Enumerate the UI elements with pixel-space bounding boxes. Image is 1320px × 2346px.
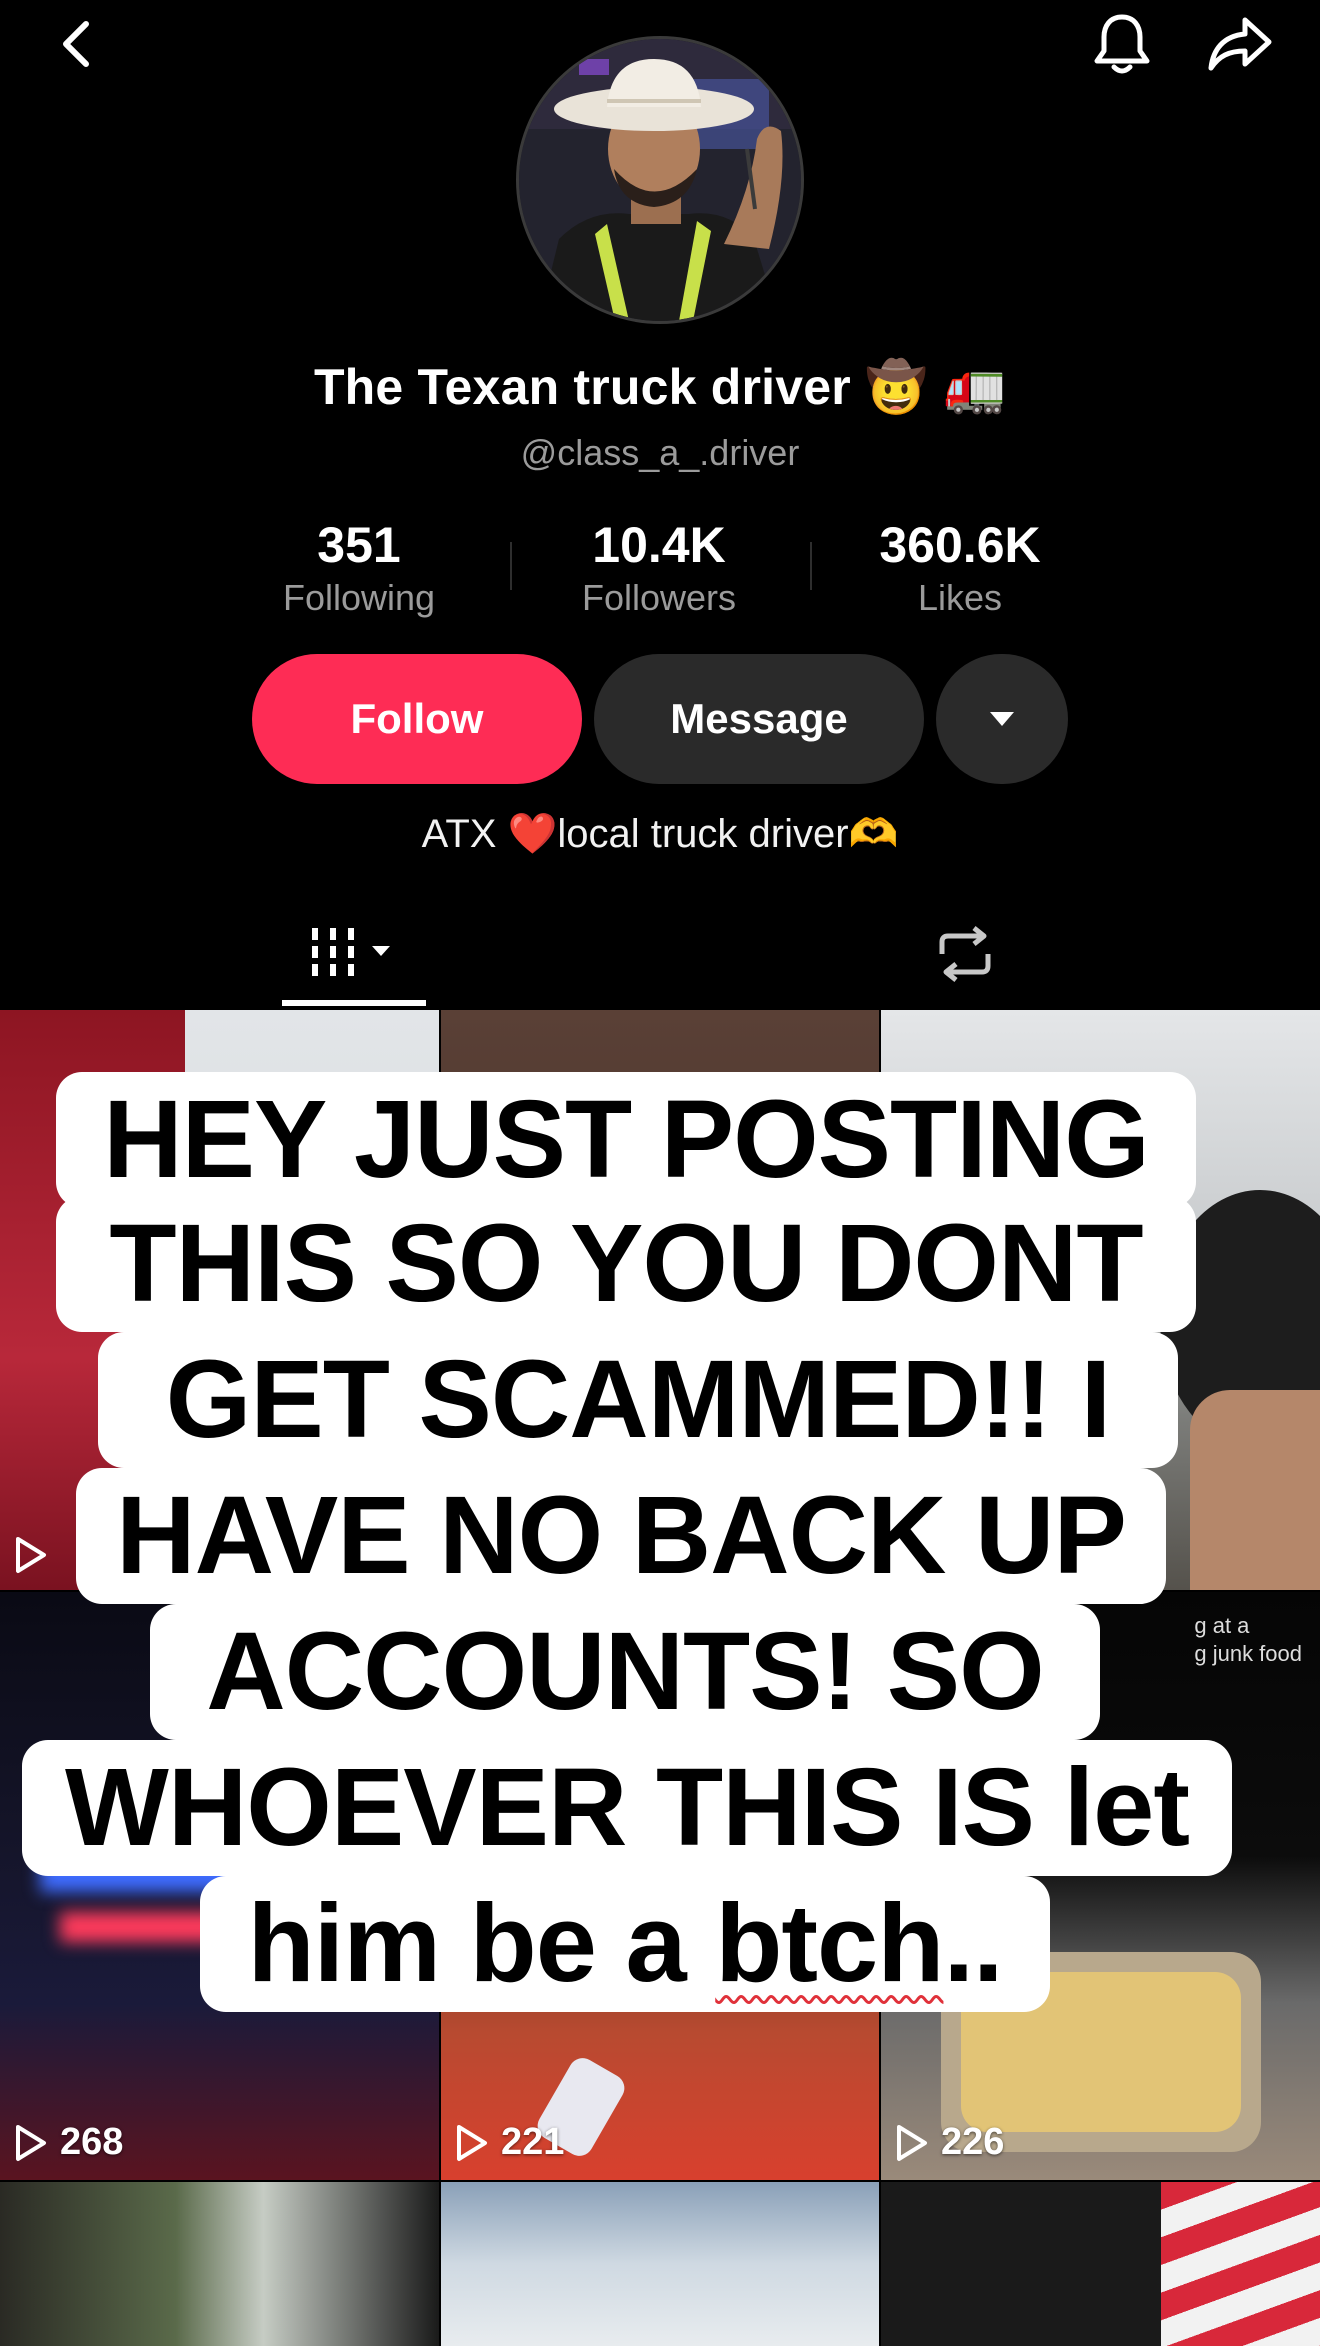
play-outline-icon — [897, 2124, 927, 2161]
tab-reposts[interactable] — [920, 900, 1010, 1008]
message-button[interactable]: Message — [594, 654, 924, 784]
video-tile[interactable] — [881, 2182, 1320, 2346]
more-options-button[interactable] — [936, 654, 1068, 784]
active-tab-indicator — [282, 1000, 426, 1006]
play-outline-icon — [16, 1537, 46, 1573]
video-grid: 268 221 g at a g junk food 226 — [0, 1010, 1320, 2346]
back-button[interactable] — [40, 8, 112, 80]
likes-label: Likes — [917, 577, 1003, 618]
video-tile[interactable]: g at a g junk food 226 — [881, 1592, 1320, 2180]
view-count-text: 226 — [941, 2121, 1005, 2163]
followers-label: Followers — [581, 577, 737, 618]
view-count: 226 — [895, 2121, 1004, 2164]
video-tile[interactable] — [881, 1010, 1320, 1590]
followers-count: 10.4K — [592, 517, 726, 573]
video-tile[interactable] — [0, 2182, 439, 2346]
video-tile[interactable] — [441, 1010, 879, 1590]
view-count: 268 — [14, 2121, 123, 2164]
avatar[interactable] — [516, 36, 804, 324]
following-label: Following — [282, 577, 436, 618]
bell-icon — [1094, 14, 1150, 74]
likes-count: 360.6K — [879, 517, 1041, 573]
following-count: 351 — [317, 517, 401, 573]
repost-icon — [939, 926, 991, 982]
stat-divider — [510, 542, 512, 590]
video-tile[interactable] — [441, 2182, 879, 2346]
share-arrow-icon — [1208, 17, 1272, 71]
followers-stat[interactable]: 10.4K Followers — [529, 516, 789, 620]
caption-line: g at a — [1194, 1613, 1250, 1638]
play-outline-icon — [457, 2124, 487, 2161]
notifications-button[interactable] — [1086, 8, 1158, 80]
likes-stat[interactable]: 360.6K Likes — [830, 516, 1090, 620]
display-name: The Texan truck driver 🤠 🚛 — [0, 358, 1320, 417]
view-count-text: 268 — [60, 2121, 124, 2163]
video-caption: g at a g junk food — [1194, 1612, 1302, 1668]
tab-videos[interactable] — [282, 900, 426, 1008]
username: @class_a_.driver — [520, 432, 800, 473]
follow-button[interactable]: Follow — [252, 654, 582, 784]
display-name-emojis: 🤠 🚛 — [865, 358, 1007, 416]
grid-bars-icon — [312, 928, 390, 976]
view-count — [14, 1536, 60, 1574]
chevron-left-icon — [63, 21, 89, 67]
caret-down-icon — [990, 712, 1014, 726]
video-tile[interactable] — [0, 1010, 439, 1590]
share-button[interactable] — [1204, 8, 1276, 80]
view-count: 221 — [455, 2121, 564, 2164]
bio: ATX ❤️local truck driver🫶 — [421, 812, 899, 856]
video-tile[interactable]: 268 — [0, 1592, 439, 2180]
caption-line: g junk food — [1194, 1641, 1302, 1666]
following-stat[interactable]: 351 Following — [229, 516, 489, 620]
stat-divider — [810, 542, 812, 590]
view-count-text: 221 — [501, 2121, 565, 2163]
video-tile[interactable]: 221 — [441, 1592, 879, 2180]
display-name-text: The Texan truck driver — [313, 359, 851, 415]
play-outline-icon — [16, 2124, 46, 2161]
